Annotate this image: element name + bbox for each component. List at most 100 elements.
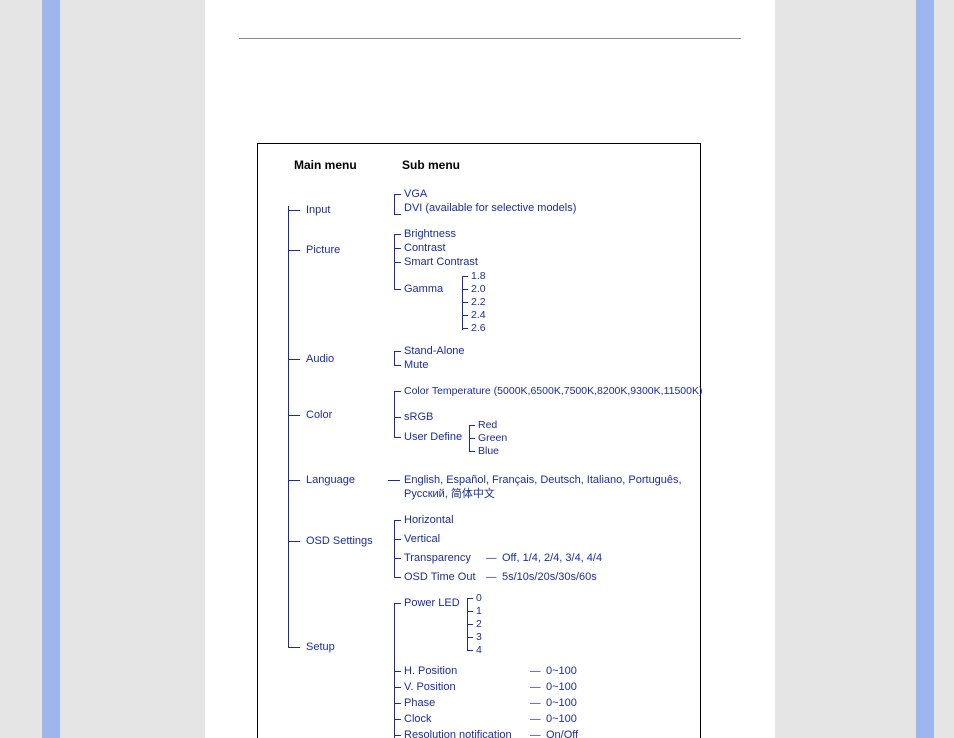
setup-h-position-val: 0~100 [546,664,577,678]
tree-tick [467,611,473,612]
tree-tick [462,302,468,303]
sub-item-transparency: Transparency [404,551,471,565]
setup-v-position-val: 0~100 [546,680,577,694]
dash: — [486,570,497,584]
viewport: Main menu Sub menu Input VGA DVI (availa… [0,0,954,738]
tree-tick [467,650,473,651]
main-item-setup: Setup [306,640,335,654]
sub-item-contrast: Contrast [404,241,446,255]
tree-tick [394,520,401,521]
gamma-value: 2.2 [471,295,486,309]
language-list-2: Русский, 简体中文 [404,487,495,501]
dash: — [530,664,541,678]
tree-connector [394,194,395,214]
tree-connector [462,276,463,330]
tree-tick [462,289,468,290]
sub-item-brightness: Brightness [404,227,456,241]
tree-tick [394,214,401,215]
tree-tick [288,541,300,542]
tree-tick [394,719,401,720]
sub-item-gamma: Gamma [404,282,443,296]
tree-tick [394,289,401,290]
power-led-val: 0 [476,591,482,605]
transparency-values: Off, 1/4, 2/4, 3/4, 4/4 [502,551,602,565]
tree-tick [467,598,473,599]
header-main-menu: Main menu [294,158,357,172]
setup-phase-val: 0~100 [546,696,577,710]
dash: — [486,551,497,565]
setup-res-notif-val: On/Off [546,728,578,738]
tree-tick [394,417,401,418]
userdef-blue: Blue [478,444,499,458]
timeout-values: 5s/10s/20s/30s/60s [502,570,597,584]
sub-item-user-define: User Define [404,430,462,444]
tree-tick [394,539,401,540]
tree-tick [394,365,401,366]
dash: — [530,728,541,738]
tree-tick [394,671,401,672]
tree-tick [394,687,401,688]
sub-item-mute: Mute [404,358,428,372]
tree-tick [288,415,300,416]
sub-item-smart-contrast: Smart Contrast [404,255,478,269]
tree-tick [394,248,401,249]
horizontal-rule [239,38,741,39]
main-item-language: Language [306,473,355,487]
tree-tick [394,391,401,392]
osd-menu-diagram: Main menu Sub menu Input VGA DVI (availa… [257,143,701,738]
tree-tick [469,438,475,439]
main-item-osd: OSD Settings [306,534,373,548]
gamma-value: 2.4 [471,308,486,322]
userdef-green: Green [478,431,507,445]
setup-v-position: V. Position [404,680,456,694]
main-item-audio: Audio [306,352,334,366]
decor-stripe-left [42,0,60,738]
tree-tick [394,603,401,604]
tree-tick [469,425,475,426]
dash: — [530,696,541,710]
sub-item-horizontal: Horizontal [404,513,454,527]
tree-tick [394,577,401,578]
tree-tick [462,328,468,329]
main-item-input: Input [306,203,330,217]
gamma-value: 2.6 [471,321,486,335]
sub-item-stand-alone: Stand-Alone [404,344,465,358]
power-led-val: 4 [476,643,482,657]
tree-spine [288,206,289,648]
tree-tick [394,194,401,195]
tree-tick [394,234,401,235]
gamma-value: 2.0 [471,282,486,296]
sub-item-srgb: sRGB [404,410,433,424]
setup-res-notif: Resolution notification [404,728,512,738]
tree-tick [288,359,300,360]
tree-connector [394,351,395,365]
setup-clock-val: 0~100 [546,712,577,726]
tree-tick [394,703,401,704]
tree-tick [288,647,300,648]
main-item-picture: Picture [306,243,340,257]
document-page: Main menu Sub menu Input VGA DVI (availa… [205,0,775,738]
tree-tick [288,480,300,481]
tree-connector [394,391,395,437]
setup-h-position: H. Position [404,664,457,678]
sub-item-vertical: Vertical [404,532,440,546]
power-led-val: 1 [476,604,482,618]
tree-tick [462,315,468,316]
userdef-red: Red [478,418,497,432]
tree-tick [388,480,400,481]
tree-tick [394,735,401,736]
tree-tick [288,210,300,211]
decor-stripe-right [916,0,934,738]
setup-clock: Clock [404,712,432,726]
sub-item-power-led: Power LED [404,596,460,610]
dash: — [530,680,541,694]
main-item-color: Color [306,408,332,422]
tree-tick [394,558,401,559]
power-led-val: 2 [476,617,482,631]
tree-connector [394,520,395,577]
sub-item-vga: VGA [404,187,427,201]
tree-tick [467,637,473,638]
header-sub-menu: Sub menu [402,158,460,172]
tree-tick [469,451,475,452]
power-led-val: 3 [476,630,482,644]
